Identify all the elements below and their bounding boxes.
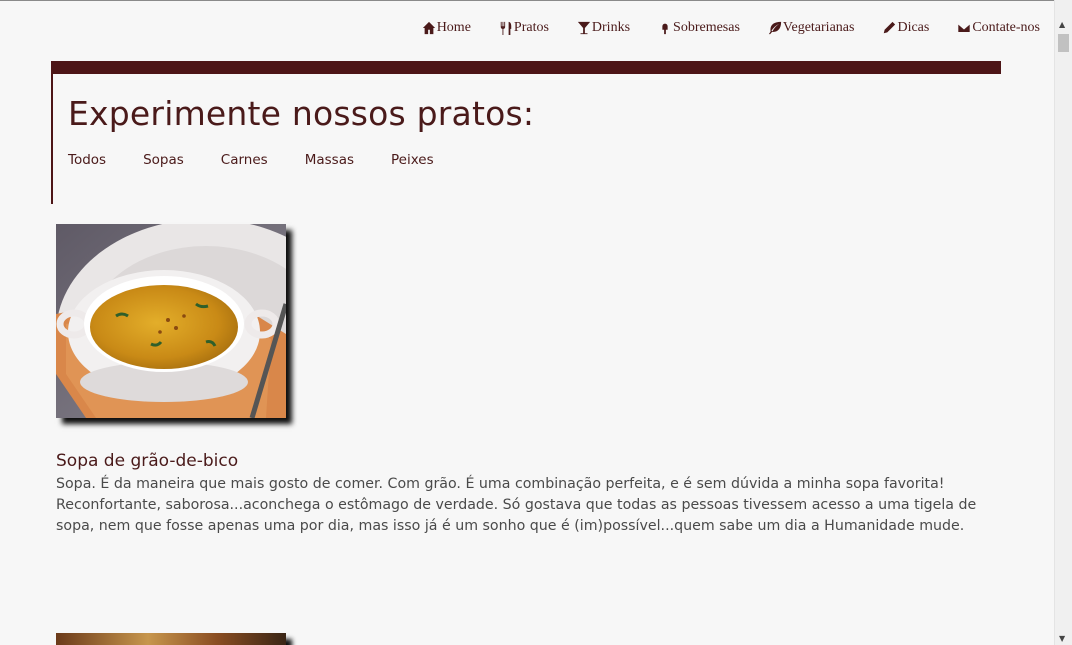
filter-todos[interactable]: Todos [68,152,106,168]
nav-vegetarianas[interactable]: Vegetarianas [768,20,855,36]
nav-home[interactable]: Home [422,20,471,36]
scrollbar-thumb[interactable] [1058,34,1069,52]
window-top-border [0,0,1072,1]
main-navigation: Home Pratos Drinks Sobremesas Vegetarian… [394,20,1040,36]
nav-vegetarianas-label: Vegetarianas [782,20,855,35]
nav-pratos[interactable]: Pratos [499,20,549,36]
cocktail-icon [577,21,591,35]
filter-massas[interactable]: Massas [305,152,354,168]
recipe-title[interactable]: Sopa de grão-de-bico [56,451,238,471]
scroll-up-arrow-icon[interactable]: ▲ [1059,20,1065,29]
nav-pratos-label: Pratos [513,20,549,35]
home-icon [422,21,435,35]
envelope-icon [957,23,971,33]
recipe-photo-next[interactable] [56,633,286,645]
vertical-scrollbar[interactable]: ▲ ▼ [1054,0,1072,645]
scroll-down-arrow-icon[interactable]: ▼ [1059,634,1065,643]
fork-knife-icon [500,21,512,35]
pencil-icon [884,21,896,34]
category-filters: Todos Sopas Carnes Massas Peixes [68,152,471,168]
nav-sobremesas-label: Sobremesas [673,20,740,35]
nav-contate-nos[interactable]: Contate-nos [957,20,1040,36]
filter-peixes[interactable]: Peixes [391,152,434,168]
recipe-description: Sopa. É da maneira que mais gosto de com… [56,476,977,534]
nav-contate-nos-label: Contate-nos [972,20,1040,35]
nav-dicas[interactable]: Dicas [882,20,929,36]
ice-cream-icon [662,23,668,35]
recipe-photo-soup[interactable] [56,224,286,418]
leaf-icon [768,21,782,35]
filter-sopas[interactable]: Sopas [143,152,184,168]
nav-dicas-label: Dicas [897,20,930,35]
nav-sobremesas[interactable]: Sobremesas [658,20,740,36]
header-left-border [51,61,53,204]
nav-drinks-label: Drinks [591,20,631,35]
nav-home-label: Home [436,20,471,35]
header-accent-bar [51,61,1001,74]
nav-drinks[interactable]: Drinks [577,20,630,36]
filter-carnes[interactable]: Carnes [221,152,268,168]
soup-bowl-illustration [56,224,286,418]
page-title: Experimente nossos pratos: [68,94,535,133]
